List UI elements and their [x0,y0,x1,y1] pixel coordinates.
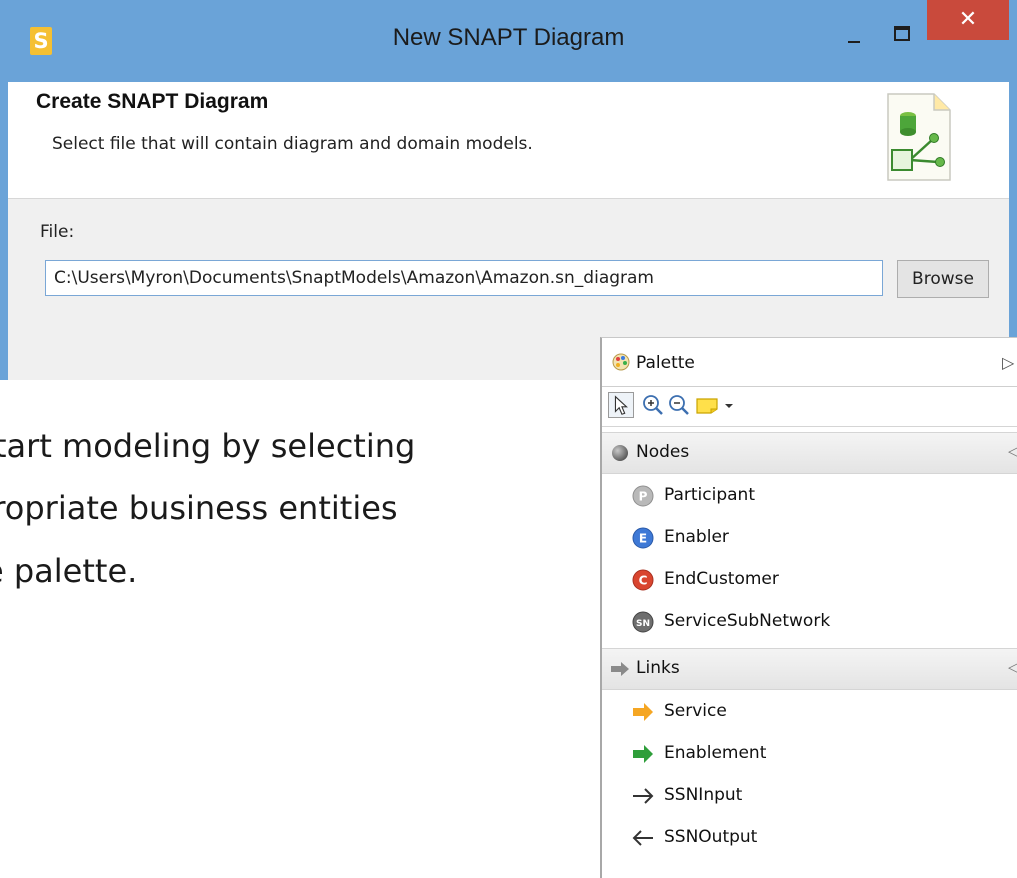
palette-collapse-toggle[interactable]: ▷ [1002,353,1014,372]
browse-button[interactable]: Browse [897,260,989,298]
caption-line-1: tart modeling by selecting [0,427,416,465]
minimize-button[interactable] [835,20,875,54]
note-icon[interactable] [694,392,720,418]
dialog-client-area: Create SNAPT Diagram Select file that wi… [8,82,1009,380]
service-label: Service [664,701,727,721]
links-drawer-chevron-icon: ◁ [1008,658,1017,676]
orange-arrow-icon [633,703,653,721]
wizard-header: Create SNAPT Diagram Select file that wi… [8,82,1009,199]
svg-text:P: P [639,490,648,504]
palette-panel: Palette ▷ Nodes ◁ P Participant E Enable… [600,337,1017,878]
palette-item-endcustomer[interactable]: C EndCustomer [632,562,1012,598]
enabler-icon: E [632,527,654,549]
close-button[interactable]: ✕ [927,0,1009,40]
palette-header: Palette ▷ [602,338,1017,387]
endcustomer-icon: C [632,569,654,591]
left-arrow-icon [632,830,653,846]
ssnoutput-label: SSNOutput [664,827,758,847]
links-drawer[interactable]: Links ◁ [602,648,1017,690]
palette-item-ssnoutput[interactable]: SSNOutput [632,820,1012,856]
enablement-label: Enablement [664,743,767,763]
links-drawer-label: Links [636,658,680,678]
title-bar[interactable]: S New SNAPT Diagram ✕ [0,0,1017,82]
zoom-in-icon[interactable] [640,392,666,418]
palette-item-ssninput[interactable]: SSNInput [632,778,1012,814]
participant-icon: P [632,485,654,507]
ssninput-label: SSNInput [664,785,743,805]
palette-item-enablement[interactable]: Enablement [632,736,1012,772]
svg-text:E: E [639,532,647,546]
servicesubnetwork-icon: SN [632,611,654,633]
servicesubnetwork-label: ServiceSubNetwork [664,611,831,631]
enabler-label: Enabler [664,527,729,547]
palette-icon [612,353,630,371]
palette-item-servicesubnetwork[interactable]: SN ServiceSubNetwork [632,604,1012,640]
caption-line-3: e palette. [0,552,138,590]
nodes-drawer-label: Nodes [636,442,690,462]
svg-text:SN: SN [636,619,650,629]
palette-item-service[interactable]: Service [632,694,1012,730]
green-arrow-icon [633,745,653,763]
svg-text:C: C [639,574,648,588]
endcustomer-label: EndCustomer [664,569,779,589]
right-arrow-icon [633,788,654,804]
nodes-drawer[interactable]: Nodes ◁ [602,432,1017,474]
palette-title: Palette [636,353,695,373]
diagram-file-icon [887,93,951,181]
note-dropdown-icon[interactable] [722,392,736,418]
maximize-button[interactable] [880,20,924,54]
links-drawer-icon [611,662,629,676]
wizard-title: Create SNAPT Diagram [36,90,269,113]
palette-item-participant[interactable]: P Participant [632,478,1012,514]
nodes-drawer-icon [612,445,628,461]
file-label: File: [40,222,75,242]
nodes-drawer-chevron-icon: ◁ [1008,442,1017,460]
file-path-input[interactable] [45,260,883,296]
zoom-out-icon[interactable] [666,392,692,418]
palette-item-enabler[interactable]: E Enabler [632,520,1012,556]
wizard-description: Select file that will contain diagram an… [52,134,533,154]
palette-toolbar [602,386,1017,427]
caption-line-2: propriate business entities [0,489,398,527]
select-arrow-icon[interactable] [608,392,634,418]
new-snapt-diagram-dialog: S New SNAPT Diagram ✕ Create SNAPT Diagr… [0,0,1017,380]
participant-label: Participant [664,485,756,505]
